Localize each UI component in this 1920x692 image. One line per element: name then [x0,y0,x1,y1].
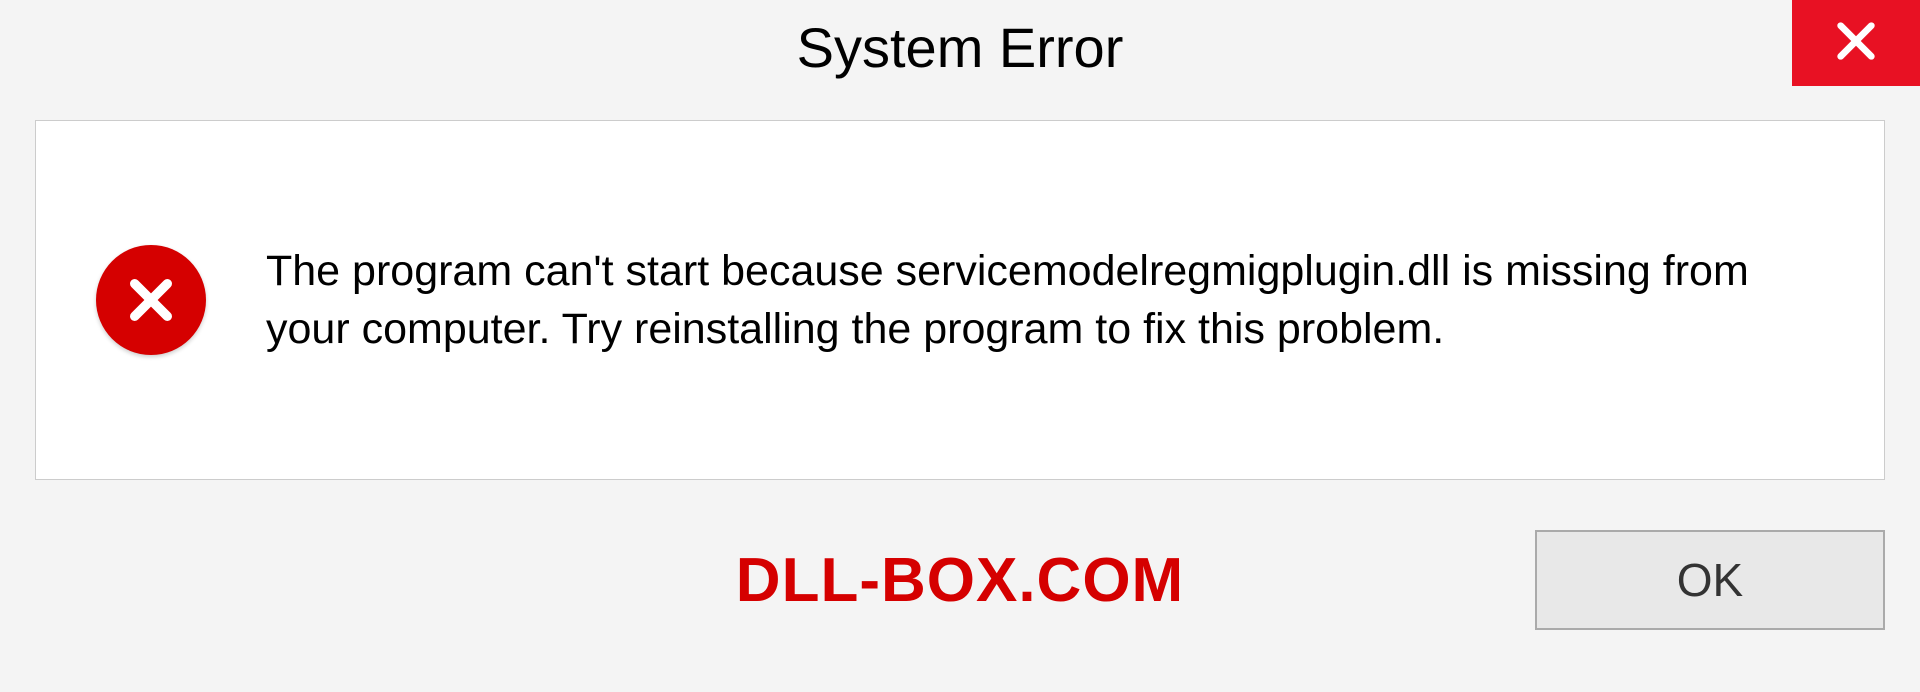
ok-button-label: OK [1677,553,1743,607]
ok-button[interactable]: OK [1535,530,1885,630]
dialog-title: System Error [797,15,1124,80]
content-panel: The program can't start because servicem… [35,120,1885,480]
error-icon [96,245,206,355]
close-button[interactable] [1792,0,1920,86]
error-message: The program can't start because servicem… [266,242,1766,358]
close-icon [1833,18,1879,69]
footer: DLL-BOX.COM OK [35,520,1885,640]
watermark-text: DLL-BOX.COM [736,545,1184,616]
titlebar: System Error [0,0,1920,100]
error-dialog-window: System Error The program can't start bec… [0,0,1920,692]
